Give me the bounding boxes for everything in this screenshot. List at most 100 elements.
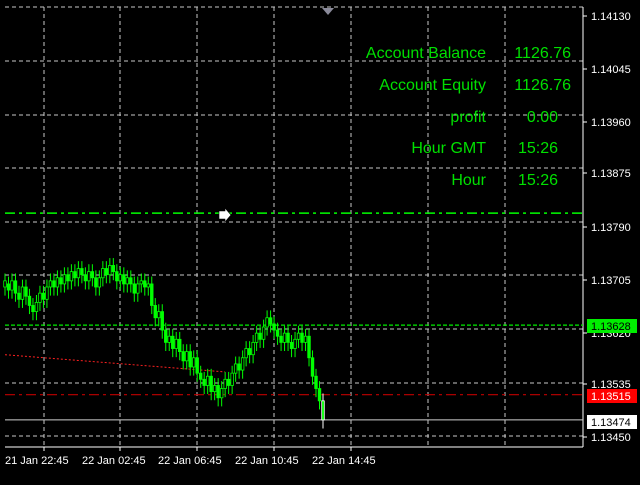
time-tick: 22 Jan 06:45 xyxy=(158,455,222,467)
info-value-balance: 1126.76 xyxy=(514,45,571,62)
candle-body xyxy=(219,388,224,399)
candle-body xyxy=(185,351,189,362)
candle-body xyxy=(94,277,98,288)
candle-body xyxy=(20,286,25,300)
candle-body xyxy=(272,323,276,331)
candle-body xyxy=(3,280,7,288)
candle-body xyxy=(174,338,178,349)
candle-body xyxy=(136,283,140,294)
candle-body xyxy=(237,363,241,371)
candle-body xyxy=(192,357,196,368)
candle-body xyxy=(111,265,116,273)
candle-body xyxy=(244,348,248,359)
info-label-equity: Account Equity xyxy=(379,77,486,94)
candle-body xyxy=(321,400,325,421)
candle-body xyxy=(55,277,60,288)
info-label-hour: Hour xyxy=(451,172,486,189)
candle-body xyxy=(45,286,49,300)
info-value-hour-gmt: 15:26 xyxy=(518,140,558,157)
price-tick: 1.14130 xyxy=(591,11,631,23)
candle-body xyxy=(314,375,318,389)
candle-body xyxy=(317,388,322,402)
candle-body xyxy=(13,280,18,294)
candle-body xyxy=(251,341,255,356)
candle-body xyxy=(275,329,280,337)
candle-body xyxy=(108,265,112,276)
candle-body xyxy=(240,357,245,371)
candle-body xyxy=(181,351,185,362)
candle-body xyxy=(205,375,210,386)
candle-body xyxy=(129,277,133,285)
candle-body xyxy=(212,385,217,393)
price-axis: 1.14130 1.14045 1.13960 1.13875 1.13790 … xyxy=(591,11,631,444)
price-tick: 1.14045 xyxy=(591,64,631,76)
info-value-equity: 1126.76 xyxy=(514,77,571,94)
candle-body xyxy=(48,280,53,288)
info-label-balance: Account Balance xyxy=(366,45,486,62)
candle-body xyxy=(10,280,14,291)
candle-body xyxy=(143,280,147,288)
candle-body xyxy=(34,301,39,313)
candle-body xyxy=(198,372,203,380)
candle-body xyxy=(209,375,213,393)
candle-body xyxy=(254,332,259,343)
candle-body xyxy=(188,351,192,368)
price-tick: 1.13960 xyxy=(591,117,631,129)
price-tick: 1.13450 xyxy=(591,432,631,444)
candle-body xyxy=(90,271,95,279)
candle-body xyxy=(122,274,126,285)
candle-body xyxy=(157,311,161,319)
candle-body xyxy=(17,292,21,300)
time-tick: 22 Jan 14:45 xyxy=(312,455,376,467)
candle-body xyxy=(223,378,227,389)
candle-body xyxy=(233,363,238,374)
candle-body xyxy=(125,277,130,285)
candle-body xyxy=(69,271,74,282)
candle-body xyxy=(101,268,105,279)
green-price-tag-label: 1.13628 xyxy=(591,321,631,333)
candle-body xyxy=(150,283,154,306)
candle-body xyxy=(286,332,290,343)
candle-body xyxy=(132,283,136,294)
candle-body xyxy=(279,335,283,343)
candle-body xyxy=(293,338,297,349)
candle-body xyxy=(59,277,63,285)
price-chart[interactable]: Account Balance 1126.76 Account Equity 1… xyxy=(0,0,640,480)
time-tick: 21 Jan 22:45 xyxy=(5,455,69,467)
candle-body xyxy=(104,268,109,276)
candle-body xyxy=(62,274,67,285)
candle-body xyxy=(6,283,11,291)
candle-body xyxy=(261,326,266,340)
candle-body xyxy=(202,378,206,386)
price-tick: 1.13790 xyxy=(591,222,631,234)
candle-body xyxy=(310,357,315,377)
candle-body xyxy=(300,332,304,343)
candle-body xyxy=(164,329,168,343)
info-value-hour: 15:26 xyxy=(518,172,558,189)
candle-body xyxy=(87,271,91,282)
candle-body xyxy=(258,332,262,340)
candle-body xyxy=(83,274,88,282)
info-value-profit: 0.00 xyxy=(527,109,558,126)
candle-body xyxy=(76,268,81,279)
candle-body xyxy=(73,271,77,279)
candle-body xyxy=(303,335,308,343)
candle-body xyxy=(97,277,102,288)
time-axis: 21 Jan 22:45 22 Jan 02:45 22 Jan 06:45 2… xyxy=(5,455,376,467)
time-tick: 22 Jan 10:45 xyxy=(235,455,299,467)
info-label-profit: profit xyxy=(450,109,486,126)
candle-body xyxy=(171,335,175,349)
white-price-tag-label: 1.13474 xyxy=(591,417,631,429)
candle-body xyxy=(115,271,119,282)
candle-body xyxy=(118,274,123,282)
candle-body xyxy=(52,280,56,288)
chart-canvas[interactable]: Account Balance 1126.76 Account Equity 1… xyxy=(0,0,640,480)
red-price-tag-label: 1.13515 xyxy=(591,391,631,403)
info-label-hour-gmt: Hour GMT xyxy=(411,140,486,157)
candle-body xyxy=(146,283,150,288)
candle-body xyxy=(226,378,231,386)
time-tick: 22 Jan 02:45 xyxy=(82,455,146,467)
candle-body xyxy=(178,338,182,353)
candle-body xyxy=(268,317,273,325)
candle-body xyxy=(195,357,199,374)
